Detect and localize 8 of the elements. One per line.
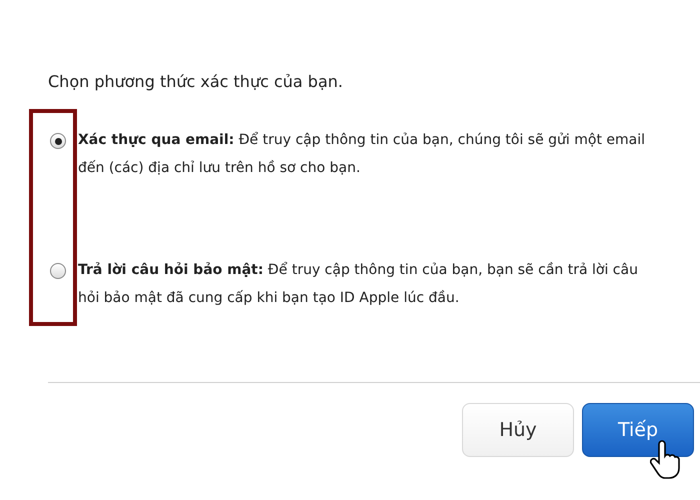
cancel-button[interactable]: Hủy [462, 403, 574, 457]
radio-button[interactable] [50, 133, 66, 149]
radio-button[interactable] [50, 263, 66, 279]
heading: Chọn phương thức xác thực của bạn. [48, 71, 344, 93]
option-text: Xác thực qua email: Để truy cập thông tin của bạn, chúng tôi sẽ gửi một email đến (các) địa chỉ lưu trên hồ sơ cho bạn. [78, 130, 646, 178]
hand-cursor-icon [650, 440, 680, 480]
next-button[interactable]: Tiếp [582, 403, 694, 457]
option-text: Trả lời câu hỏi bảo mật: Để truy cập thông tin của bạn, bạn sẽ cần trả lời câu hỏi bảo mật đã cung cấp khi bạn tạo ID Apple lúc đầu. [78, 260, 639, 308]
